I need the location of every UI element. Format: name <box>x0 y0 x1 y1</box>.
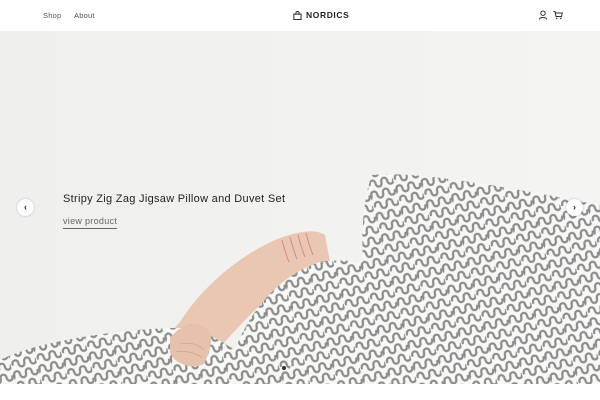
carousel-next-button[interactable]: › <box>566 199 583 216</box>
carousel-prev-button[interactable]: ‹ <box>17 199 34 216</box>
brand-name: NORDICS <box>306 10 350 20</box>
bag-icon <box>293 10 302 20</box>
hero-carousel: ‹ › <box>0 31 600 384</box>
cart-icon[interactable] <box>553 10 563 20</box>
user-icon[interactable] <box>538 10 548 20</box>
nav-link-shop[interactable]: Shop <box>43 11 61 20</box>
hero-image-bedding <box>0 31 600 384</box>
page-bottom-strip <box>0 384 600 400</box>
brand-logo[interactable]: NORDICS <box>293 10 349 20</box>
carousel-dot-active[interactable] <box>282 366 286 370</box>
nav-link-about[interactable]: About <box>74 11 95 20</box>
top-navigation-bar: Shop About NORDICS <box>0 0 600 31</box>
hero-product-title: Stripy Zig Zag Jigsaw Pillow and Duvet S… <box>63 193 286 205</box>
view-product-link[interactable]: view product <box>63 216 118 229</box>
carousel-dot[interactable] <box>290 366 294 370</box>
